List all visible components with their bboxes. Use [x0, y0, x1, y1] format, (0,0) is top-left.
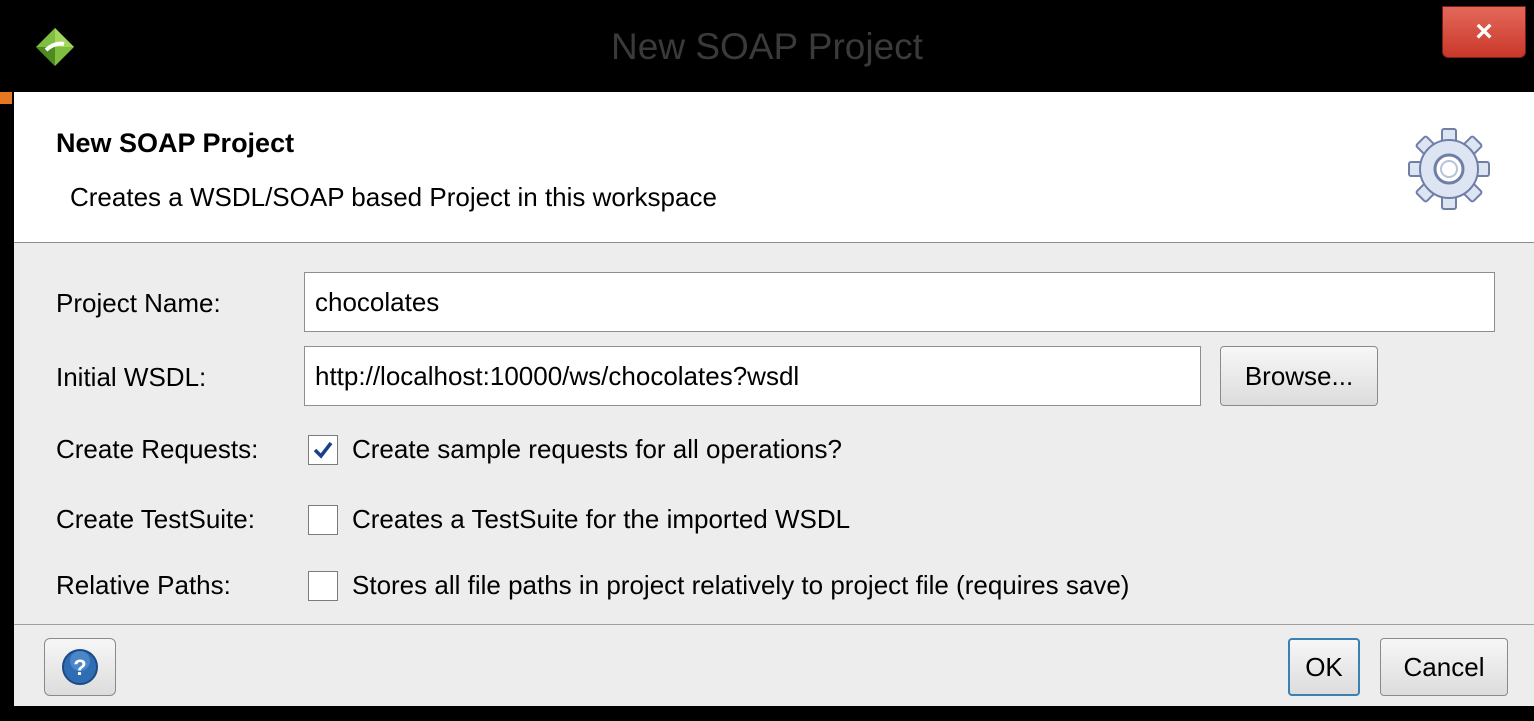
create-requests-checkbox[interactable] — [308, 435, 338, 465]
relative-paths-text: Stores all file paths in project relativ… — [352, 570, 1130, 600]
project-name-input[interactable] — [304, 272, 1495, 332]
checkmark-icon — [313, 441, 333, 459]
close-icon: × — [1475, 15, 1493, 48]
create-testsuite-text: Creates a TestSuite for the imported WSD… — [352, 504, 851, 534]
browse-button[interactable]: Browse... — [1220, 346, 1378, 406]
dialog-window: New SOAP Project × New SOAP Project Crea… — [0, 0, 1534, 721]
cancel-button[interactable]: Cancel — [1380, 638, 1508, 696]
create-testsuite-checkbox[interactable] — [308, 505, 338, 535]
create-testsuite-label: Create TestSuite: — [56, 504, 255, 534]
svg-text:?: ? — [73, 655, 86, 680]
help-icon: ? — [62, 649, 98, 685]
dialog-body: New SOAP Project Creates a WSDL/SOAP bas… — [14, 92, 1534, 706]
gear-icon — [1408, 128, 1490, 210]
initial-wsdl-label: Initial WSDL: — [56, 362, 207, 392]
create-requests-text: Create sample requests for all operation… — [352, 434, 842, 464]
create-requests-label: Create Requests: — [56, 434, 259, 464]
header-title: New SOAP Project — [56, 128, 295, 158]
relative-paths-checkbox[interactable] — [308, 571, 338, 601]
title-bar[interactable]: New SOAP Project × — [0, 0, 1534, 92]
initial-wsdl-input[interactable] — [304, 346, 1201, 406]
ok-button[interactable]: OK — [1288, 638, 1360, 696]
window-title: New SOAP Project — [611, 26, 923, 67]
help-button[interactable]: ? — [44, 638, 116, 696]
relative-paths-label: Relative Paths: — [56, 570, 231, 600]
footer-divider — [14, 624, 1534, 625]
header-description: Creates a WSDL/SOAP based Project in thi… — [70, 182, 717, 212]
project-name-label: Project Name: — [56, 288, 221, 318]
close-button[interactable]: × — [1442, 6, 1526, 58]
dialog-header: New SOAP Project Creates a WSDL/SOAP bas… — [14, 92, 1534, 243]
